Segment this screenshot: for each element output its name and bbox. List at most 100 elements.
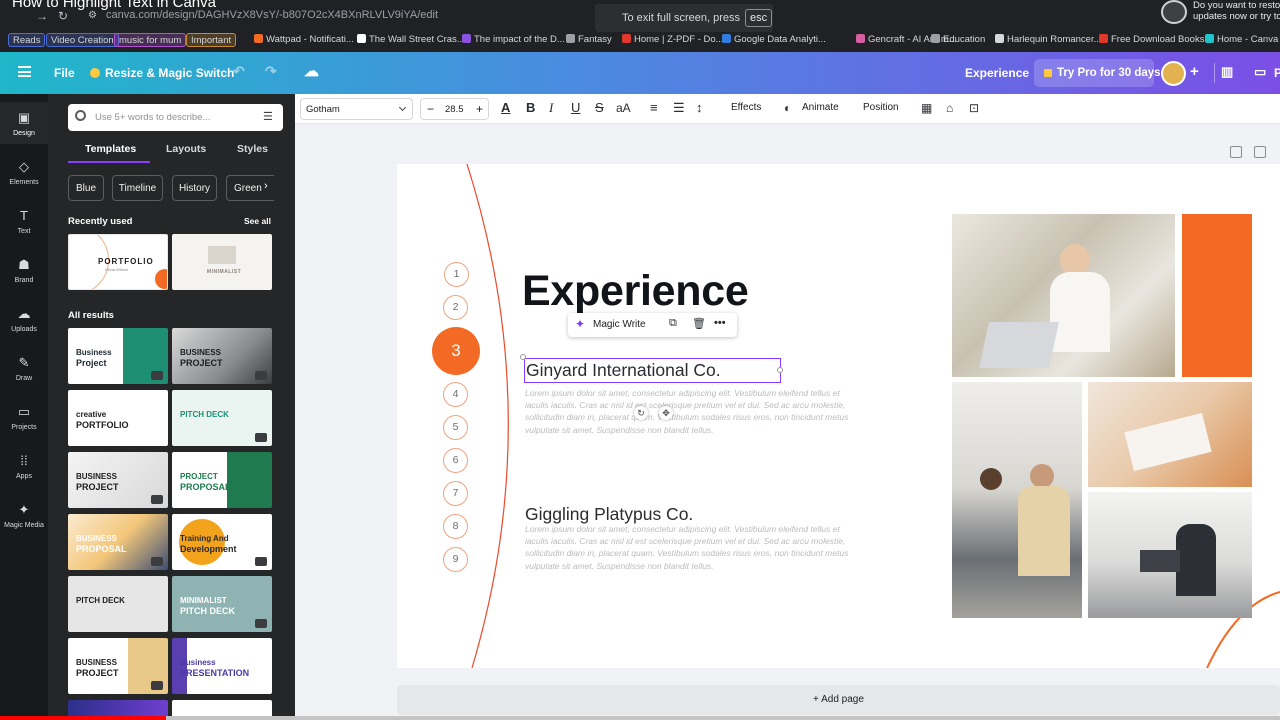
filter-pill-blue[interactable]: Blue — [68, 175, 104, 201]
tab-layouts[interactable]: Layouts — [166, 143, 206, 155]
underline-icon[interactable]: U — [571, 100, 580, 116]
template-thumbnail[interactable]: BUSINESS PROPOSAL — [68, 514, 168, 570]
rail-item-uploads[interactable]: ☁ Uploads — [0, 298, 48, 340]
bookmark-item[interactable]: Education — [931, 34, 985, 45]
company-description[interactable]: Lorem ipsum dolor sit amet, consectetur … — [525, 523, 860, 572]
rail-item-brand[interactable]: ☗ Brand — [0, 249, 48, 291]
present-icon[interactable]: ▭ — [1254, 64, 1266, 80]
template-thumbnail[interactable]: Business PRESENTATION — [172, 638, 272, 694]
text-color-icon[interactable]: A — [501, 100, 510, 116]
bookmark-item[interactable]: Fantasy — [566, 34, 612, 45]
template-thumbnail[interactable]: PITCH DECK — [68, 576, 168, 632]
rail-item-design[interactable]: ▣ Design — [0, 102, 48, 144]
rail-item-text[interactable]: T Text — [0, 200, 48, 242]
avatar[interactable] — [1161, 61, 1186, 86]
redo-icon[interactable]: ↷ — [265, 63, 277, 80]
copy-style-icon[interactable]: ⌂ — [946, 100, 953, 116]
lock-page-icon[interactable] — [1230, 146, 1242, 158]
bookmark-item[interactable]: Google Data Analyti... — [722, 34, 826, 45]
font-family-select[interactable]: Gotham — [300, 98, 413, 120]
lock-icon[interactable]: ⊡ — [969, 100, 979, 116]
company-name[interactable]: Giggling Platypus Co. — [525, 504, 693, 525]
rail-item-projects[interactable]: ▭ Projects — [0, 396, 48, 438]
effects-button[interactable]: Effects — [731, 102, 761, 113]
rail-item-apps[interactable]: ⁞⁞ Apps — [0, 445, 48, 487]
rail-item-magic-media[interactable]: ✦ Magic Media — [0, 494, 48, 536]
magic-write-button[interactable]: Magic Write — [593, 319, 646, 330]
slide-heading[interactable]: Experience — [522, 267, 749, 316]
bookmark-folder-chip[interactable]: Reads — [8, 33, 46, 47]
step-number[interactable]: 7 — [443, 481, 468, 506]
template-thumbnail[interactable]: PITCH DECK — [172, 390, 272, 446]
video-progress-bar[interactable] — [0, 716, 1280, 720]
menu-icon[interactable] — [18, 66, 31, 77]
transparency-icon[interactable]: ▦ — [921, 100, 932, 116]
bookmark-folder-chip[interactable]: Video Creation — [46, 33, 119, 47]
url-text[interactable]: canva.com/design/DAGHVzX8VsY/-b807O2cX4B… — [106, 9, 438, 21]
photo-office-woman[interactable] — [952, 214, 1175, 377]
rail-item-draw[interactable]: ✎ Draw — [0, 347, 48, 389]
rail-item-elements[interactable]: ◇ Elements — [0, 151, 48, 193]
add-collaborator-icon[interactable]: + — [1190, 63, 1199, 80]
bookmark-item[interactable]: The impact of the D... — [462, 34, 565, 45]
document-title[interactable]: Experience — [965, 66, 1029, 80]
template-thumbnail[interactable]: Training And Development — [172, 514, 272, 570]
bookmark-item[interactable]: The Wall Street Cras... — [357, 34, 465, 45]
template-thumbnail[interactable]: PROJECT PROPOSAL — [172, 452, 272, 508]
forward-icon[interactable]: → — [36, 9, 48, 23]
italic-icon[interactable]: I — [549, 100, 553, 116]
see-all-link[interactable]: See all — [244, 216, 271, 226]
recent-template-portfolio[interactable]: PORTFOLIO Olivia Wilson — [68, 234, 168, 290]
chevron-right-icon[interactable]: › — [264, 180, 268, 192]
duplicate-page-icon[interactable] — [1254, 146, 1266, 158]
restore-prompt[interactable]: Do you want to restore updates now or tr… — [1158, 0, 1280, 28]
step-number-active[interactable]: 3 — [432, 327, 480, 375]
position-button[interactable]: Position — [863, 102, 899, 113]
step-number[interactable]: 4 — [443, 382, 468, 407]
rotate-handle-icon[interactable]: ↻ — [634, 406, 648, 420]
insights-icon[interactable]: ▥ — [1221, 64, 1233, 80]
font-size-value[interactable]: 28.5 — [445, 104, 464, 115]
strikethrough-icon[interactable]: S — [595, 100, 604, 116]
bookmark-item[interactable]: Home - Canva — [1205, 34, 1278, 45]
tab-styles[interactable]: Styles — [237, 143, 268, 155]
animate-button[interactable]: Animate — [802, 102, 839, 113]
try-pro-button[interactable]: Try Pro for 30 days — [1034, 59, 1161, 87]
step-number[interactable]: 5 — [443, 415, 468, 440]
tab-templates[interactable]: Templates — [85, 143, 136, 155]
company-name-selected[interactable]: Ginyard International Co. — [524, 358, 781, 383]
decrease-size-icon[interactable]: − — [427, 102, 434, 116]
step-number[interactable]: 1 — [444, 262, 469, 287]
template-thumbnail[interactable]: BUSINESS PROJECT — [68, 638, 168, 694]
template-thumbnail[interactable]: creative PORTFOLIO — [68, 390, 168, 446]
resize-button[interactable]: Resize & Magic Switch — [90, 66, 234, 80]
template-thumbnail[interactable]: Business Project — [68, 328, 168, 384]
move-handle-icon[interactable]: ✥ — [659, 406, 673, 420]
present-label[interactable]: P — [1274, 66, 1280, 80]
address-bar[interactable]: → ↻ ⚙ canva.com/design/DAGHVzX8VsY/-b807… — [0, 6, 600, 26]
site-settings-icon[interactable]: ⚙ — [88, 10, 97, 21]
file-menu[interactable]: File — [54, 66, 75, 80]
step-number[interactable]: 9 — [443, 547, 468, 572]
undo-icon[interactable]: ↶ — [233, 63, 245, 80]
step-number[interactable]: 8 — [443, 514, 468, 539]
bookmark-item[interactable]: Harlequin Romancer... — [995, 34, 1102, 45]
slide-page[interactable]: 1 2 3 4 5 6 7 8 9 Experience ✦ Magic Write ⧉ 🗑 •… — [397, 164, 1280, 668]
bookmark-item[interactable]: Wattpad - Notificati... — [254, 34, 354, 45]
bold-icon[interactable]: B — [526, 100, 535, 116]
increase-size-icon[interactable]: + — [476, 102, 483, 116]
delete-icon[interactable]: 🗑 — [692, 317, 706, 330]
more-options-icon[interactable]: ••• — [714, 317, 726, 329]
resize-handle[interactable] — [777, 367, 783, 373]
cloud-save-icon[interactable]: ☁ — [304, 62, 319, 80]
company-description[interactable]: Lorem ipsum dolor sit amet, consectetur … — [525, 387, 860, 436]
align-icon[interactable]: ≡ — [650, 100, 658, 116]
recent-template-minimalist[interactable]: MINIMALIST — [172, 234, 272, 290]
animate-icon[interactable]: ◐ — [784, 100, 791, 116]
step-number[interactable]: 6 — [443, 448, 468, 473]
template-thumbnail[interactable]: BUSINESS PROJECT — [172, 328, 272, 384]
font-size-stepper[interactable]: − 28.5 + — [420, 98, 489, 120]
magic-write-icon[interactable]: ✦ — [575, 317, 585, 331]
photo-business-men[interactable] — [1088, 492, 1252, 618]
spacing-icon[interactable]: ↕ — [696, 100, 703, 116]
